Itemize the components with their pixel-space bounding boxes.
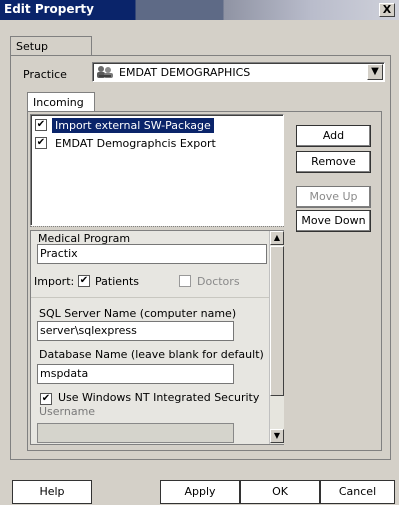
add-button[interactable]: Add: [296, 125, 371, 147]
move-up-button[interactable]: Move Up: [296, 186, 371, 208]
medical-program-field[interactable]: Practix: [37, 244, 267, 264]
sql-server-field[interactable]: server\sqlexpress: [37, 321, 234, 341]
username-label: Username: [39, 405, 96, 418]
practice-value: EMDAT DEMOGRAPHICS: [119, 66, 251, 79]
database-name-field[interactable]: mspdata: [37, 364, 234, 384]
practice-label: Practice: [23, 68, 67, 81]
checkbox-icon[interactable]: ✔: [35, 137, 47, 149]
remove-button[interactable]: Remove: [296, 151, 371, 173]
list-item-label: EMDAT Demographcis Export: [55, 137, 216, 150]
patients-label: Patients: [95, 275, 140, 288]
scroll-thumb[interactable]: [270, 246, 284, 396]
practice-dropdown[interactable]: EMDAT DEMOGRAPHICS ▼: [92, 62, 385, 82]
property-grid: Medical Program Practix Import: ✔ Patien…: [30, 230, 284, 445]
username-field[interactable]: [37, 423, 234, 443]
ok-button[interactable]: OK: [240, 480, 320, 504]
cancel-button[interactable]: Cancel: [320, 480, 395, 504]
nt-security-label: Use Windows NT Integrated Security: [58, 391, 260, 404]
close-button[interactable]: X: [379, 3, 395, 17]
chevron-down-icon[interactable]: ▼: [367, 64, 383, 80]
move-down-button[interactable]: Move Down: [296, 210, 371, 232]
tab-incoming[interactable]: Incoming: [27, 92, 95, 112]
list-item[interactable]: ✔ Import external SW-Package: [33, 118, 280, 133]
nt-security-checkbox[interactable]: ✔: [40, 393, 52, 405]
property-scrollbar[interactable]: ▲ ▼: [269, 231, 284, 444]
database-name-label: Database Name (leave blank for default): [39, 348, 264, 361]
scroll-down-icon[interactable]: ▼: [270, 429, 284, 443]
doctors-label: Doctors: [197, 275, 240, 288]
patients-checkbox[interactable]: ✔: [78, 275, 90, 287]
tab-setup-queue[interactable]: Setup Queue: [10, 36, 92, 66]
window-title: Edit Property: [4, 2, 94, 16]
incoming-list[interactable]: ✔ Import external SW-Package ✔ EMDAT Dem…: [30, 114, 284, 226]
checkbox-icon[interactable]: ✔: [35, 119, 47, 131]
import-label: Import:: [34, 275, 75, 288]
close-icon: X: [382, 3, 392, 16]
help-button[interactable]: Help: [12, 480, 92, 504]
tab-incoming-label: Incoming: [33, 96, 84, 109]
list-item[interactable]: ✔ EMDAT Demographcis Export: [33, 136, 280, 151]
apply-button[interactable]: Apply: [160, 480, 240, 504]
scroll-up-icon[interactable]: ▲: [270, 231, 284, 245]
sql-server-label: SQL Server Name (computer name): [39, 307, 237, 320]
divider: [31, 297, 269, 298]
doctors-checkbox[interactable]: [179, 275, 191, 287]
people-icon: [96, 65, 114, 79]
list-item-label: Import external SW-Package: [52, 118, 214, 133]
